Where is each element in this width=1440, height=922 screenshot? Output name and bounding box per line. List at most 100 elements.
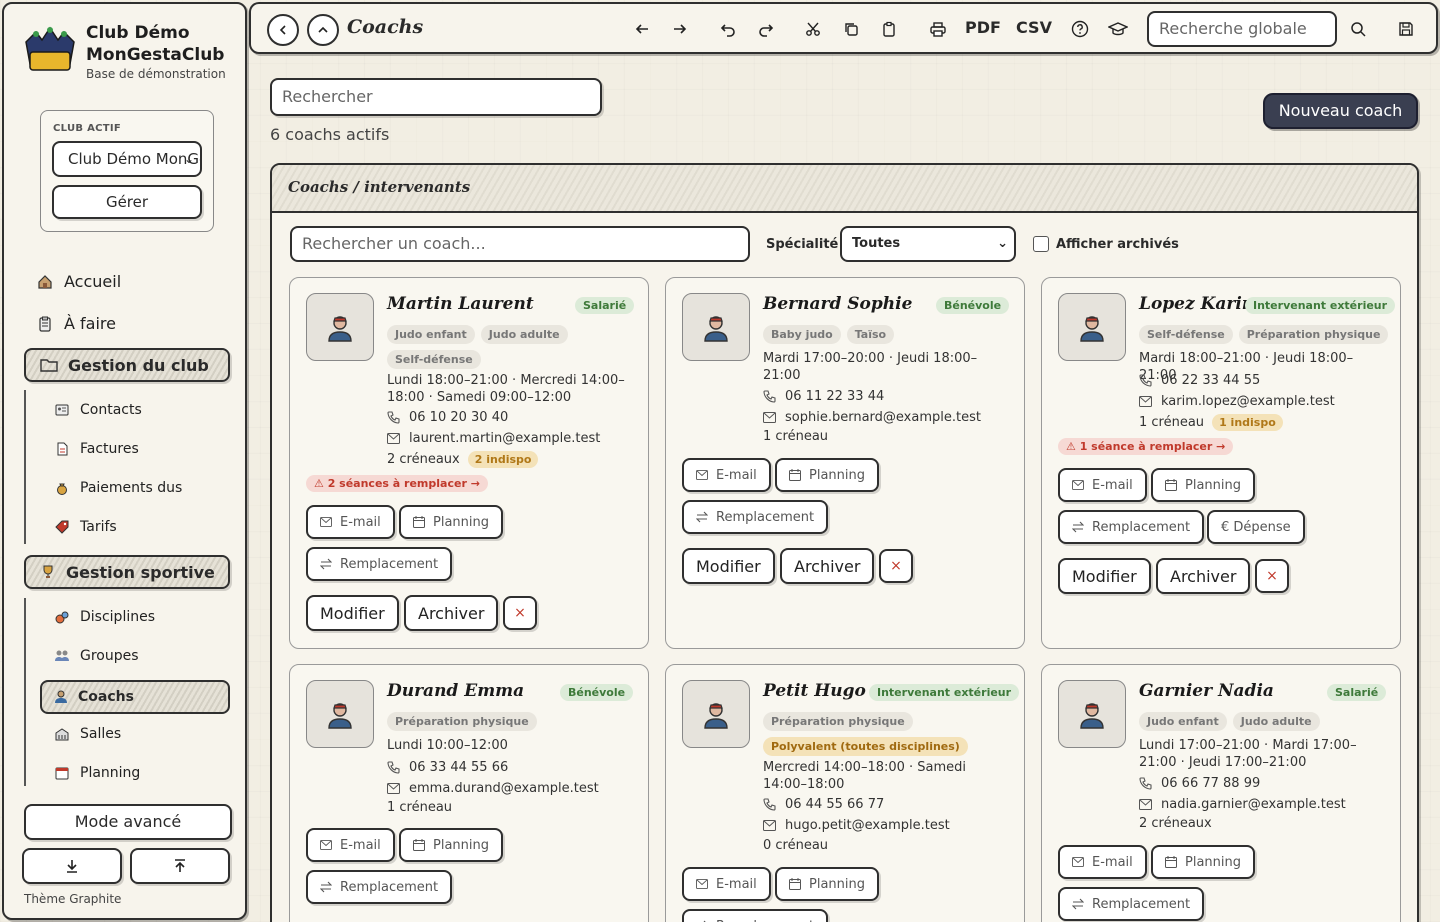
nav-todo[interactable]: À faire (36, 314, 116, 333)
replacement-button[interactable]: Remplacement (682, 500, 829, 534)
avatar (306, 293, 374, 361)
theme-label: Thème Graphite (24, 892, 122, 906)
phone-line: 06 22 33 44 55 (1139, 373, 1260, 388)
nav-coaches[interactable]: Coachs (40, 680, 230, 714)
planning-button[interactable]: Planning (1151, 468, 1255, 502)
planning-button[interactable]: Planning (399, 828, 503, 862)
paste-icon[interactable] (878, 18, 900, 40)
clipboard-icon (36, 315, 54, 333)
replacement-button-label: Remplacement (1092, 519, 1191, 535)
nav-invoices[interactable]: Factures (54, 441, 139, 457)
back-button[interactable] (267, 14, 299, 46)
copy-icon[interactable] (840, 18, 862, 40)
email-button[interactable]: E-mail (1058, 468, 1147, 502)
help-icon[interactable] (1069, 18, 1091, 40)
edit-button[interactable]: Modifier (1058, 558, 1151, 594)
nav-rates-label: Tarifs (80, 519, 117, 535)
nav-contacts[interactable]: Contacts (54, 402, 142, 418)
nav-rooms[interactable]: Salles (54, 726, 121, 742)
email-line: laurent.martin@example.test (387, 431, 600, 446)
scissors-icon[interactable] (802, 18, 824, 40)
email-button[interactable]: E-mail (306, 505, 395, 539)
search-icon[interactable] (1347, 18, 1369, 40)
swap-icon (320, 881, 332, 893)
arrow-left-icon[interactable] (631, 18, 653, 40)
specialty-select[interactable]: Toutes ⌄ (840, 226, 1016, 262)
delete-button[interactable]: × (503, 596, 537, 630)
archive-button[interactable]: Archiver (780, 548, 875, 584)
new-coach-button[interactable]: Nouveau coach (1263, 93, 1418, 129)
nav-rates[interactable]: Tarifs (54, 519, 117, 535)
replacement-button[interactable]: Remplacement (1058, 510, 1205, 544)
mail-icon (387, 783, 401, 794)
collapse-button[interactable] (307, 14, 339, 46)
edit-button[interactable]: Modifier (682, 548, 775, 584)
advanced-mode-button[interactable]: Mode avancé (24, 804, 232, 840)
delete-button[interactable]: × (879, 549, 913, 583)
nav-disciplines[interactable]: Disciplines (54, 609, 155, 625)
planning-button[interactable]: Planning (775, 867, 879, 901)
slots: 1 créneau (763, 429, 829, 444)
graduation-cap-icon[interactable] (1107, 18, 1129, 40)
invoice-icon (54, 441, 70, 457)
mail-icon (1139, 799, 1153, 810)
edit-button[interactable]: Modifier (306, 595, 399, 631)
email-button[interactable]: E-mail (682, 458, 771, 492)
redo-icon[interactable] (755, 18, 777, 40)
swap-icon (1072, 898, 1084, 910)
email-button-label: E-mail (716, 467, 757, 483)
save-icon[interactable] (1395, 18, 1417, 40)
import-button[interactable] (22, 848, 122, 884)
email-button[interactable]: E-mail (682, 867, 771, 901)
nav-home[interactable]: Accueil (36, 272, 121, 291)
replacement-button[interactable]: Remplacement (306, 870, 453, 904)
replacement-alert[interactable]: ⚠ 1 séance à remplacer → (1058, 438, 1234, 455)
export-button[interactable] (130, 848, 230, 884)
pdf-button[interactable]: PDF (965, 18, 1001, 37)
expense-button[interactable]: € Dépense (1207, 510, 1305, 544)
planning-button[interactable]: Planning (775, 458, 879, 492)
planning-button-label: Planning (433, 514, 489, 530)
replacement-alert[interactable]: ⚠ 2 séances à remplacer → (306, 475, 488, 492)
mail-icon (696, 879, 708, 889)
email: nadia.garnier@example.test (1161, 797, 1346, 812)
email-button-label: E-mail (340, 514, 381, 530)
planning-button[interactable]: Planning (399, 505, 503, 539)
nav-home-label: Accueil (64, 272, 122, 291)
nav-group-club[interactable]: Gestion du club (24, 348, 230, 382)
archive-button[interactable]: Archiver (404, 595, 499, 631)
nav-planning[interactable]: Planning (54, 765, 140, 781)
csv-button[interactable]: CSV (1016, 18, 1052, 37)
archive-button[interactable]: Archiver (1156, 558, 1251, 594)
planning-button-label: Planning (433, 837, 489, 853)
undo-icon[interactable] (717, 18, 739, 40)
replacement-button[interactable]: Remplacement (1058, 887, 1205, 921)
status-badge: Intervenant extérieur (1245, 297, 1396, 314)
email: emma.durand@example.test (409, 781, 599, 796)
delete-button[interactable]: × (1255, 559, 1289, 593)
search-input[interactable]: Rechercher (270, 78, 602, 116)
print-icon[interactable] (927, 18, 949, 40)
mail-icon (763, 820, 777, 831)
planning-button-label: Planning (1185, 477, 1241, 493)
coach-search-input[interactable]: Rechercher un coach... (290, 226, 750, 262)
replacement-button[interactable]: Remplacement (306, 547, 453, 581)
specialty-tag: Polyvalent (toutes disciplines) (763, 737, 968, 756)
nav-group-sport[interactable]: Gestion sportive (24, 555, 230, 589)
global-search-input[interactable]: Recherche globale (1147, 11, 1337, 47)
club-select[interactable]: Club Démo MonGestaClub ⌄ (52, 141, 202, 177)
mail-icon (1139, 396, 1153, 407)
group-icon (54, 648, 70, 664)
planning-button[interactable]: Planning (1151, 845, 1255, 879)
nav-payments-due[interactable]: Paiements dus (54, 480, 182, 496)
specialty-tags: Self-défense Préparation physique (1139, 325, 1389, 344)
arrow-right-icon[interactable] (669, 18, 691, 40)
coach-card: Garnier Nadia Salarié Judo enfant Judo a… (1041, 664, 1401, 922)
email-button[interactable]: E-mail (306, 828, 395, 862)
manage-club-button[interactable]: Gérer (52, 185, 202, 219)
show-archived-checkbox[interactable] (1033, 236, 1049, 252)
replacement-button[interactable]: Remplacement (682, 909, 829, 922)
nav-groups[interactable]: Groupes (54, 648, 139, 664)
schedule: Mercredi 14:00–18:00 · Samedi 14:00–18:0… (763, 760, 967, 792)
email-button[interactable]: E-mail (1058, 845, 1147, 879)
